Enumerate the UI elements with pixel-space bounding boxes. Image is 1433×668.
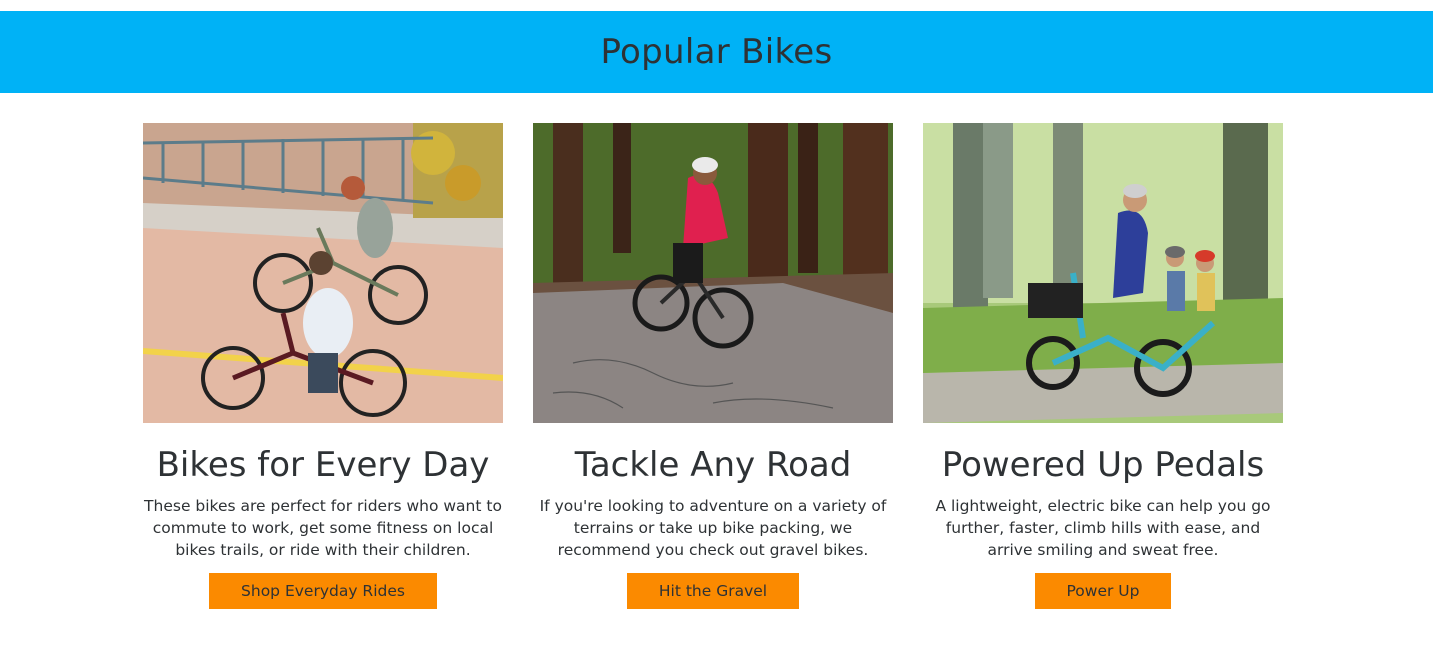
card-title: Powered Up Pedals (941, 445, 1265, 485)
header-banner: Popular Bikes (0, 11, 1433, 93)
card-title: Tackle Any Road (574, 445, 852, 485)
card-grid: Bikes for Every Day These bikes are perf… (143, 123, 1283, 609)
card-image-gravel (533, 123, 893, 423)
card-electric: Powered Up Pedals A lightweight, electri… (923, 123, 1283, 609)
power-up-button[interactable]: Power Up (1034, 573, 1172, 609)
hit-the-gravel-button[interactable]: Hit the Gravel (626, 573, 800, 609)
card-description: These bikes are perfect for riders who w… (144, 497, 502, 559)
page-title: Popular Bikes (600, 32, 833, 72)
card-title: Bikes for Every Day (156, 445, 490, 485)
card-image-everyday (143, 123, 503, 423)
card-description: If you're looking to adventure on a vari… (539, 497, 887, 559)
card-gravel: Tackle Any Road If you're looking to adv… (533, 123, 893, 609)
card-description: A lightweight, electric bike can help yo… (935, 497, 1271, 559)
card-everyday: Bikes for Every Day These bikes are perf… (143, 123, 503, 609)
card-image-electric (923, 123, 1283, 423)
shop-everyday-rides-button[interactable]: Shop Everyday Rides (209, 573, 437, 609)
